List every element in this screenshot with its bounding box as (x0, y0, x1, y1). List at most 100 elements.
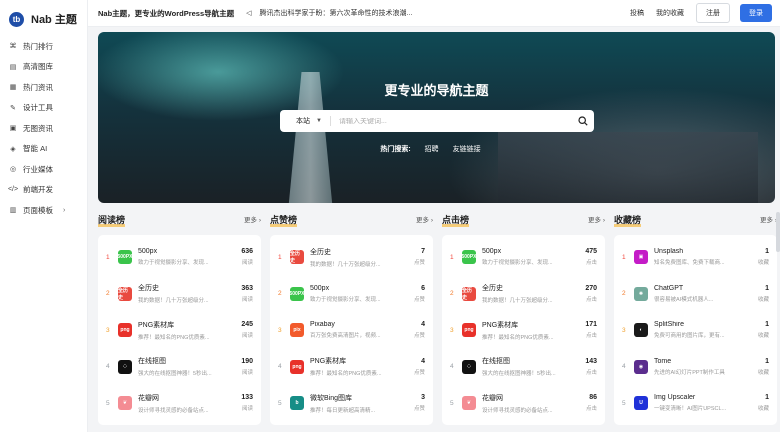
ranking-row[interactable]: 5 ❦ 花瓣网 设计师寻找灵感的必备站点... 86 点击 (442, 385, 605, 422)
ranking-row[interactable]: 4 ◉ Tome 先进的AI幻灯片PPT制作工具 1 收藏 (614, 349, 777, 386)
ranking-row[interactable]: 5 b 微软Bing图库 推荐！每日更新超高清精... 3 点赞 (270, 385, 433, 422)
hot-search-link[interactable]: 招聘 (425, 146, 439, 153)
sidebar-item-label: 智能 AI (23, 144, 48, 154)
site-logo-icon: 全历史 (462, 286, 476, 301)
ranking-row[interactable]: 2 ✺ ChatGPT 很容易被AI模式机器人... 1 收藏 (614, 276, 777, 313)
sidebar-item[interactable]: ◈ 智能 AI (0, 139, 87, 160)
more-link[interactable]: 更多 › (244, 214, 261, 224)
site-stat: 190 阅读 (229, 358, 253, 376)
sidebar-item-label: 热门排行 (23, 41, 53, 51)
sidebar-item[interactable]: ▥ 页面模板 › (0, 200, 87, 221)
ranking-row[interactable]: 1 500PX 500px 致力于视觉摄影分享、发现... 636 阅读 (98, 239, 261, 276)
site-stat: 86 点击 (573, 394, 597, 412)
scrollbar[interactable] (776, 212, 780, 252)
ranking-row[interactable]: 2 全历史 全历史 我的数据！几十万张超级分... 363 阅读 (98, 276, 261, 313)
code-icon: </> (7, 186, 19, 194)
sidebar-item[interactable]: ⌘ 热门排行 (0, 36, 87, 57)
ranking-row[interactable]: 5 U Img Upscaler 一键变清晰！AI图片UPSCL... 1 收藏 (614, 385, 777, 422)
rank-number: 4 (450, 363, 454, 371)
news-text[interactable]: 腾讯杰出科学家于盼：第六次革命性的技术浪潮... (260, 8, 413, 18)
site-name: 全历史 (482, 285, 503, 293)
sidebar-item[interactable]: ▤ 高清图库 (0, 57, 87, 78)
ranking-title: 收藏榜 (614, 214, 642, 227)
search-button[interactable] (572, 110, 594, 132)
hot-searches: 热门搜索: 招聘 友链链接 (98, 144, 775, 154)
site-logo-icon: ⁘ (462, 359, 476, 374)
hot-rank-icon: ⌘ (9, 43, 17, 51)
site-name: Pixabay (310, 321, 335, 329)
site-desc: 致力于视觉摄影分享、发现... (310, 296, 381, 303)
hot-search-link[interactable]: 友链链接 (453, 146, 481, 153)
site-logo-icon: ▣ (634, 250, 648, 265)
rank-number: 3 (450, 326, 454, 334)
site-name: 500px (138, 248, 158, 256)
more-link[interactable]: 更多 › (416, 214, 433, 224)
search-scope-select[interactable]: 本站 ▼ (280, 116, 330, 126)
stat-unit: 收藏 (757, 260, 769, 267)
ranking-row[interactable]: 1 全历史 全历史 我的数据！几十万张超级分... 7 点赞 (270, 239, 433, 276)
design-icon: ✎ (10, 104, 16, 112)
site-stat: 1 收藏 (745, 285, 769, 303)
ranking-row[interactable]: 2 全历史 全历史 我的数据！几十万张超级分... 270 点击 (442, 276, 605, 313)
ranking-row[interactable]: 4 png PNG素材库 推荐！最知名的PNG优质素... 4 点赞 (270, 349, 433, 386)
stat-unit: 点赞 (413, 296, 425, 303)
site-stat: 6 点赞 (401, 285, 425, 303)
ranking-header: 阅读榜 更多 › (98, 212, 261, 227)
ranking-row[interactable]: 2 500PX 500px 致力于视觉摄影分享、发现... 6 点赞 (270, 276, 433, 313)
site-logo-icon: ❦ (118, 396, 132, 411)
stat-count: 86 (589, 394, 597, 402)
rank-number: 5 (622, 399, 626, 407)
ranking-row[interactable]: 1 ▣ Unsplash 知名免费图库、免费下载商... 1 收藏 (614, 239, 777, 276)
top-actions: 投稿 我的收藏 注册 登录 (618, 3, 772, 23)
site-name: PNG素材库 (482, 321, 519, 329)
site-stat: 636 阅读 (229, 248, 253, 266)
ranking-row[interactable]: 4 ⁘ 在线抠图 强大的在线抠图神器！5秒出... 190 阅读 (98, 349, 261, 386)
more-label: 更多 (588, 217, 602, 224)
ranking-row[interactable]: 3 png PNG素材库 推荐！最知名的PNG优质素... 171 点击 (442, 312, 605, 349)
ranking-row[interactable]: 4 ⁘ 在线抠图 强大的在线抠图神器！5秒出... 143 点击 (442, 349, 605, 386)
site-info: SplitShire 免费可商用的图片库，更有... (654, 321, 745, 339)
stat-count: 133 (241, 394, 253, 402)
site-desc: 我的数据！几十万张超级分... (138, 298, 209, 305)
site-name: PNG素材库 (138, 321, 175, 329)
sidebar-item[interactable]: ▣ 无图资讯 (0, 118, 87, 139)
login-button[interactable]: 登录 (740, 4, 772, 22)
stat-unit: 收藏 (757, 333, 769, 340)
ranking-title: 点击榜 (442, 214, 470, 227)
my-favorites-link[interactable]: 我的收藏 (656, 8, 684, 18)
more-link[interactable]: 更多 › (760, 214, 777, 224)
site-info: PNG素材库 推荐！最知名的PNG优质素... (310, 356, 401, 377)
stat-count: 1 (765, 284, 769, 292)
submit-link[interactable]: 投稿 (630, 8, 644, 18)
search-input[interactable] (330, 117, 572, 125)
logo[interactable]: tb Nab 主题 (9, 6, 87, 32)
stat-unit: 阅读 (241, 296, 253, 303)
news-ticker[interactable]: ◁ 腾讯杰出科学家于盼：第六次革命性的技术浪潮... (246, 8, 412, 18)
rank-number: 3 (622, 326, 626, 334)
chevron-right-icon: › (63, 206, 66, 214)
more-link[interactable]: 更多 › (588, 214, 605, 224)
site-desc: 强大的在线抠图神器！5秒出... (138, 371, 212, 378)
sidebar-item[interactable]: ◎ 行业媒体 (0, 159, 87, 180)
ranking-row[interactable]: 3 pix Pixabay 百万张免费高清图片，视频... 4 点赞 (270, 312, 433, 349)
logo-badge: tb (9, 11, 24, 27)
site-desc: 百万张免费高清图片，视频... (310, 333, 381, 340)
site-info: 花瓣网 设计师寻找灵感的必备站点... (138, 393, 229, 414)
ranking-title: 点赞榜 (270, 214, 298, 227)
site-desc: 推荐！每日更新超高清精... (310, 407, 376, 414)
ranking-row[interactable]: 5 ❦ 花瓣网 设计师寻找灵感的必备站点... 133 阅读 (98, 385, 261, 422)
rank-number: 1 (450, 253, 454, 261)
site-desc: 我的数据！几十万张超级分... (310, 261, 381, 268)
ranking-row[interactable]: 3 png PNG素材库 推荐！最知名的PNG优质素... 245 阅读 (98, 312, 261, 349)
site-desc: 设计师寻找灵感的必备站点... (138, 407, 209, 414)
stat-unit: 收藏 (757, 406, 769, 413)
sidebar-item[interactable]: ▦ 热门资讯 (0, 77, 87, 98)
sidebar-item[interactable]: </> 前端开发 (0, 180, 87, 201)
ranking-column: 点击榜 更多 › 1 500PX 500px 致力于视觉摄影分享、发现... 475 点击 2 全… (442, 212, 605, 425)
sidebar-item[interactable]: ✎ 设计工具 (0, 98, 87, 119)
ranking-row[interactable]: 3 ◐ SplitShire 免费可商用的图片库，更有... 1 收藏 (614, 312, 777, 349)
register-button[interactable]: 注册 (696, 3, 730, 23)
site-desc: 致力于视觉摄影分享、发现... (138, 260, 209, 267)
ranking-row[interactable]: 1 500PX 500px 致力于视觉摄影分享、发现... 475 点击 (442, 239, 605, 276)
ranking-title: 阅读榜 (98, 214, 126, 227)
